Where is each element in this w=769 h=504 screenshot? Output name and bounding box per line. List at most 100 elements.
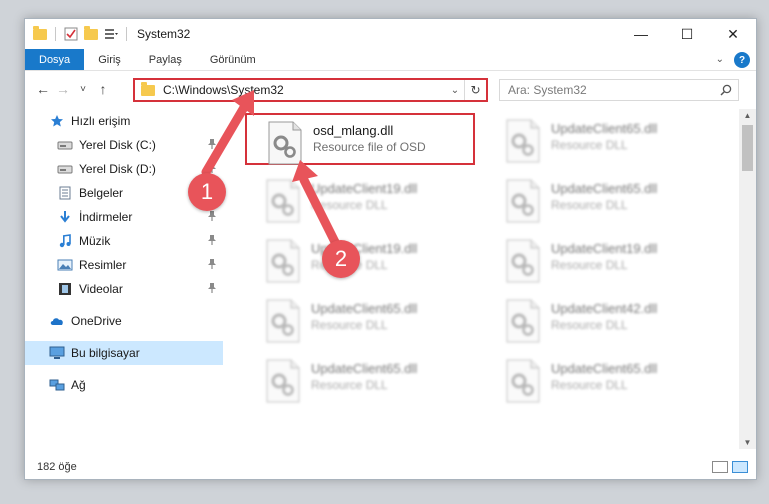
scroll-up-icon[interactable]: ▲ <box>739 111 756 120</box>
sidebar-item-label: Yerel Disk (C:) <box>79 138 156 152</box>
file-tile[interactable]: UpdateClient42.dll Resource DLL <box>485 293 715 345</box>
file-tile[interactable]: UpdateClient19.dllResource DLL <box>245 233 475 285</box>
music-icon <box>57 234 73 248</box>
customize-toolbar-icon[interactable] <box>104 27 118 41</box>
file-tile[interactable]: UpdateClient65.dll Resource DLL <box>485 173 715 225</box>
dll-file-icon <box>506 359 540 403</box>
star-icon <box>49 114 65 128</box>
sidebar-item[interactable]: Videolar <box>25 277 223 301</box>
navigation-pane: Hızlı erişim Yerel Disk (C:) Yerel Disk (D… <box>25 109 223 449</box>
chevron-down-icon[interactable]: ⌄ <box>446 85 464 96</box>
dll-file-icon <box>266 179 300 223</box>
pictures-icon <box>57 258 73 272</box>
pin-icon[interactable] <box>207 210 217 222</box>
expand-ribbon-icon[interactable]: ⌄ <box>716 49 724 70</box>
file-tile[interactable]: UpdateClient19.dllResource DLL <box>485 233 715 285</box>
pin-icon[interactable] <box>207 258 217 270</box>
file-tile[interactable]: UpdateClient65.dll Resource DLL <box>485 353 715 405</box>
dll-file-icon <box>506 239 540 283</box>
file-description: Resource file of OSD <box>313 140 426 154</box>
close-button[interactable]: ✕ <box>710 19 756 49</box>
search-icon[interactable] <box>720 84 732 96</box>
recent-locations-button[interactable]: ˅ <box>73 84 93 95</box>
drive-icon <box>57 162 73 176</box>
details-view-icon[interactable] <box>712 461 728 473</box>
dll-file-icon <box>506 119 540 163</box>
address-bar[interactable]: C:\Windows\System32 ⌄ ↻ <box>133 78 488 102</box>
vertical-scrollbar[interactable]: ▲ ▼ <box>739 109 756 449</box>
sidebar-item[interactable]: Bu bilgisayar <box>25 341 223 365</box>
dll-file-icon <box>266 359 300 403</box>
file-name: osd_mlang.dll <box>313 123 394 138</box>
sidebar-item-label: Bu bilgisayar <box>71 346 140 360</box>
sidebar-item[interactable]: Ağ <box>25 373 223 397</box>
video-icon <box>57 282 73 296</box>
sidebar-item-label: Müzik <box>79 234 111 248</box>
properties-icon[interactable] <box>64 27 78 41</box>
file-tile[interactable]: UpdateClient65.dll Resource DLL <box>485 113 715 165</box>
network-icon <box>49 378 65 392</box>
step-badge-2: 2 <box>322 240 360 278</box>
file-name: UpdateClient65.dll <box>311 361 418 376</box>
navigation-bar: ← → ˅ ↑ C:\Windows\System32 ⌄ ↻ Ara: Sys… <box>25 71 756 107</box>
search-box[interactable]: Ara: System32 <box>499 79 739 101</box>
tab-share[interactable]: Paylaş <box>135 49 196 70</box>
dll-file-icon <box>266 299 300 343</box>
refresh-icon[interactable]: ↻ <box>464 80 486 100</box>
documents-icon <box>57 186 73 200</box>
search-input[interactable]: Ara: System32 <box>508 83 587 97</box>
file-description: Resource DLL <box>311 318 388 332</box>
cloud-icon <box>49 314 65 328</box>
pin-icon[interactable] <box>207 282 217 294</box>
file-name: UpdateClient65.dll <box>551 361 658 376</box>
scroll-down-icon[interactable]: ▼ <box>739 438 756 447</box>
file-name: UpdateClient65.dll <box>551 121 658 136</box>
pin-icon[interactable] <box>207 138 217 150</box>
scrollbar-thumb[interactable] <box>742 125 753 171</box>
status-bar: 182 öğe <box>25 455 756 479</box>
sidebar-item[interactable]: İndirmeler <box>25 205 223 229</box>
forward-button[interactable]: → <box>53 81 73 97</box>
back-button[interactable]: ← <box>33 81 53 97</box>
file-name: UpdateClient42.dll <box>551 301 658 316</box>
file-description: Resource DLL <box>551 378 628 392</box>
file-name: UpdateClient65.dll <box>311 301 418 316</box>
sidebar-item-label: OneDrive <box>71 314 122 328</box>
dll-file-icon <box>266 239 300 283</box>
sidebar-item-label: Ağ <box>71 378 86 392</box>
sidebar-item[interactable]: Resimler <box>25 253 223 277</box>
sidebar-item-label: Belgeler <box>79 186 124 200</box>
tiles-view-icon[interactable] <box>732 461 748 473</box>
item-count: 182 öğe <box>37 461 77 473</box>
sidebar-item-label: İndirmeler <box>79 210 133 224</box>
folder-icon <box>141 81 155 96</box>
ribbon-tabs: Dosya Giriş Paylaş Görünüm ⌄ ? <box>25 49 756 71</box>
maximize-button[interactable]: ☐ <box>664 19 710 49</box>
tab-view[interactable]: Görünüm <box>196 49 270 70</box>
file-tile[interactable]: UpdateClient19.dllResource DLL <box>245 173 475 225</box>
file-tile[interactable]: osd_mlang.dll Resource file of OSD <box>245 113 475 165</box>
sidebar-item[interactable]: Müzik <box>25 229 223 253</box>
minimize-button[interactable]: — <box>618 19 664 49</box>
sidebar-item[interactable]: Yerel Disk (C:) <box>25 133 223 157</box>
help-icon[interactable]: ? <box>734 52 750 68</box>
new-folder-icon[interactable] <box>84 25 98 40</box>
explorer-window: System32 — ☐ ✕ Dosya Giriş Paylaş Görünü… <box>24 18 757 480</box>
file-tile[interactable]: UpdateClient65.dll Resource DLL <box>245 293 475 345</box>
drive-icon <box>57 138 73 152</box>
up-button[interactable]: ↑ <box>93 81 113 97</box>
download-icon <box>57 210 73 224</box>
tab-file[interactable]: Dosya <box>25 49 85 70</box>
tab-home[interactable]: Giriş <box>84 49 135 70</box>
sidebar-item[interactable]: OneDrive <box>25 309 223 333</box>
sidebar-item[interactable]: Hızlı erişim <box>25 109 223 133</box>
address-path[interactable]: C:\Windows\System32 <box>163 83 284 97</box>
sidebar-item-label: Yerel Disk (D:) <box>79 162 156 176</box>
pin-icon[interactable] <box>207 234 217 246</box>
file-name: UpdateClient19.dll <box>311 181 418 196</box>
dll-file-icon <box>506 299 540 343</box>
quick-access-toolbar <box>33 25 129 41</box>
file-name: UpdateClient65.dll <box>551 181 658 196</box>
computer-icon <box>49 346 65 360</box>
file-tile[interactable]: UpdateClient65.dll Resource DLL <box>245 353 475 405</box>
